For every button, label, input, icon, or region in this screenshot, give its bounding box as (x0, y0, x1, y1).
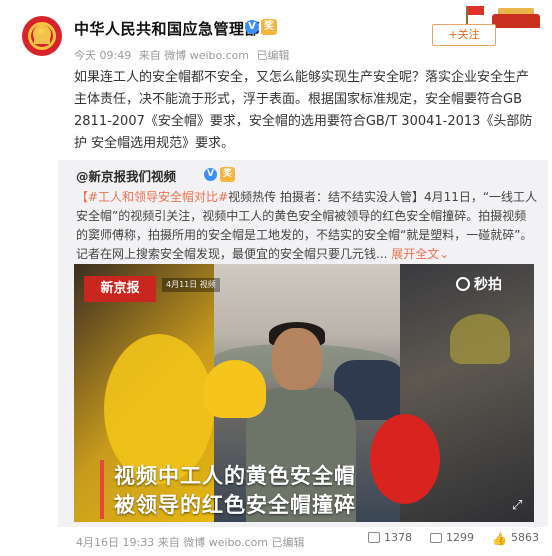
comment-count: 1299 (446, 531, 474, 544)
video-date-tag: 4月11日 视频 (162, 278, 220, 292)
share-stat[interactable]: 1378 (368, 531, 412, 544)
weibo-post: ★ 中华人民共和国应急管理部 V 奖 今天 09:49 来自 微博 weibo.… (0, 0, 552, 556)
repost-medal-icon: 奖 (220, 167, 235, 182)
video-caption-line1: 视频中工人的黄色安全帽 (100, 460, 356, 490)
share-count: 1378 (384, 531, 412, 544)
repost-box: @新京报我们视频 V 奖 【#工人和领导安全帽对比#视频热传 拍摄者：结不结实没… (58, 160, 548, 527)
share-icon (368, 532, 380, 543)
video-player[interactable]: 新京报 4月11日 视频 秒拍 视频中工人的黄色安全帽 被领导的红色安全帽撞碎 … (74, 264, 534, 522)
miaopai-icon (456, 277, 470, 291)
medal-icon: 奖 (261, 19, 277, 35)
comment-stat[interactable]: 1299 (430, 531, 474, 544)
repost-time[interactable]: 4月16日 19:33 (76, 536, 154, 549)
repost-content: 【#工人和领导安全帽对比#视频热传 拍摄者：结不结实没人管】4月11日，“一线工… (76, 188, 538, 264)
comment-icon (430, 533, 442, 543)
repost-verified-icon: V (204, 168, 217, 181)
repost-meta: 4月16日 19:33 来自 微博 weibo.com 已编辑 (76, 534, 305, 550)
like-count: 5863 (510, 531, 539, 544)
topic-link[interactable]: 【#工人和领导安全帽对比# (76, 190, 228, 204)
follow-button[interactable]: +关注 (432, 24, 496, 46)
like-icon: 👍 (492, 532, 507, 546)
post-content: 如果连工人的安全帽都不安全，又怎么能够实现生产安全呢？落实企业安全生产主体责任，… (74, 70, 533, 151)
repost-edited: 已编辑 (271, 536, 305, 549)
post-meta: 今天 09:49 来自 微博 weibo.com 已编辑 (74, 47, 294, 63)
repost-author[interactable]: @新京报我们视频 (76, 166, 176, 185)
video-frame-right (370, 264, 534, 522)
author-name[interactable]: 中华人民共和国应急管理部 (74, 18, 260, 39)
expand-arrow-icon[interactable]: ⌄ (439, 247, 449, 261)
post-edited: 已编辑 (256, 49, 290, 62)
avatar[interactable]: ★ (22, 16, 62, 56)
verified-icon: V (245, 20, 259, 34)
expand-link[interactable]: 展开全文 (391, 247, 439, 261)
video-caption-line2: 被领导的红色安全帽撞碎 (100, 489, 356, 519)
like-stat[interactable]: 👍 5863 (492, 531, 539, 546)
brand-logo: 新京报 (84, 276, 156, 302)
repost-source[interactable]: 来自 微博 weibo.com (158, 536, 268, 549)
fullscreen-icon[interactable]: ⤢ (512, 498, 522, 513)
post-time[interactable]: 今天 09:49 (74, 49, 131, 62)
post-source[interactable]: 来自 微博 weibo.com (139, 49, 249, 62)
video-watermark: 秒拍 (456, 274, 502, 294)
watermark-label: 秒拍 (474, 277, 502, 293)
